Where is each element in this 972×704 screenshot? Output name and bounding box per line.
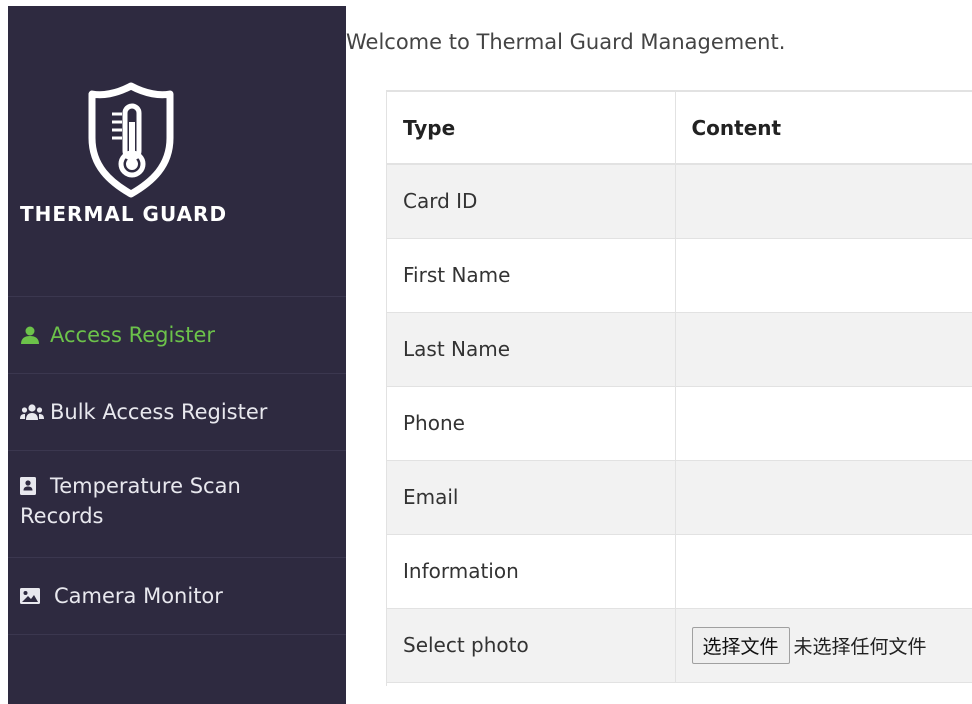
sidebar-item-access-register[interactable]: Access Register (8, 297, 346, 374)
table-row: Last Name (387, 312, 972, 387)
sidebar-item-label-line1: Temperature Scan (50, 474, 241, 498)
sidebar-item-label-line2: Records (20, 504, 104, 528)
email-field[interactable] (675, 460, 972, 535)
brand-name: THERMAL GUARD (20, 202, 228, 226)
column-header-type: Type (387, 92, 676, 165)
row-label-last-name: Last Name (387, 312, 676, 387)
table-row: Card ID (387, 164, 972, 239)
card-id-field[interactable] (675, 164, 972, 239)
sidebar: THERMAL GUARD Access Register Bulk Acces… (8, 6, 346, 704)
sidebar-item-label: Bulk Access Register (50, 400, 268, 424)
last-name-field[interactable] (675, 312, 972, 387)
table-row: Select photo 选择文件 未选择任何文件 (387, 608, 972, 683)
table-row: First Name (387, 238, 972, 313)
photo-file-input: 选择文件 未选择任何文件 (675, 608, 972, 683)
row-label-email: Email (387, 460, 676, 535)
row-label-phone: Phone (387, 386, 676, 461)
table-row: Phone (387, 386, 972, 461)
column-header-content: Content (675, 92, 972, 165)
row-label-card-id: Card ID (387, 164, 676, 239)
welcome-message: Welcome to Thermal Guard Management. (346, 30, 786, 54)
sidebar-item-label: Camera Monitor (54, 584, 223, 608)
choose-file-button[interactable]: 选择文件 (691, 626, 790, 664)
file-status-text: 未选择任何文件 (793, 635, 927, 658)
information-field[interactable] (675, 534, 972, 609)
register-table: Type Content Card ID First Name Last Nam… (387, 92, 972, 683)
image-icon (20, 588, 40, 604)
row-label-select-photo: Select photo (387, 608, 676, 683)
first-name-field[interactable] (675, 238, 972, 313)
sidebar-item-temperature-scan-records[interactable]: Temperature Scan Records (8, 451, 346, 558)
sidebar-nav: Access Register Bulk Access Register Tem… (8, 297, 346, 635)
sidebar-item-bulk-access-register[interactable]: Bulk Access Register (8, 374, 346, 451)
row-label-first-name: First Name (387, 238, 676, 313)
address-card-icon (20, 477, 36, 495)
user-icon (21, 326, 39, 344)
sidebar-item-camera-monitor[interactable]: Camera Monitor (8, 558, 346, 635)
row-label-information: Information (387, 534, 676, 609)
sidebar-item-label: Access Register (50, 323, 216, 347)
table-row: Email (387, 460, 972, 535)
brand-area: THERMAL GUARD (8, 6, 346, 297)
register-form: Type Content Card ID First Name Last Nam… (386, 90, 972, 686)
table-header-row: Type Content (387, 92, 972, 165)
app-root: THERMAL GUARD Access Register Bulk Acces… (0, 0, 972, 704)
phone-field[interactable] (675, 386, 972, 461)
table-row: Information (387, 534, 972, 609)
thermal-guard-logo-icon (88, 82, 174, 198)
users-icon (20, 404, 44, 420)
